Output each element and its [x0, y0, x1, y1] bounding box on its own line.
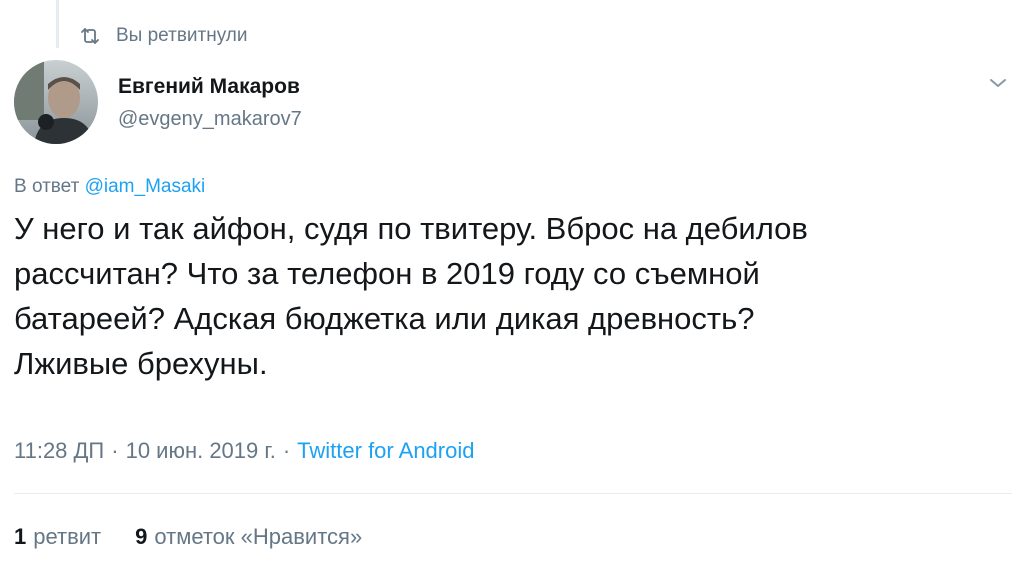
retweet-header-label: Вы ретвитнули	[116, 25, 248, 46]
tweet-date[interactable]: 10 июн. 2019 г.	[126, 438, 276, 464]
thread-line	[56, 0, 59, 48]
retweet-header: Вы ретвитнули	[78, 22, 248, 50]
retweet-icon	[81, 28, 99, 44]
author-name[interactable]: Евгений Макаров	[118, 75, 300, 99]
tweet-text: У него и так айфон, судя по твитеру. Вбр…	[14, 211, 808, 381]
meta-separator-2: ·	[282, 438, 291, 463]
likes-count: 9	[135, 524, 148, 549]
retweets-label: ретвит	[33, 524, 102, 549]
tweet-meta: 11:28 ДП · 10 июн. 2019 г. · Twitter for…	[14, 438, 474, 464]
likes-stat[interactable]: 9 отметок «Нравится»	[135, 524, 362, 550]
reply-mention-link[interactable]: @iam_Masaki	[85, 176, 206, 197]
retweets-stat[interactable]: 1 ретвит	[14, 524, 101, 550]
divider	[14, 493, 1012, 494]
tweet-stats: 1 ретвит 9 отметок «Нравится»	[14, 524, 396, 550]
author-handle[interactable]: @evgeny_makarov7	[118, 108, 302, 131]
reply-to: В ответ @iam_Masaki	[14, 176, 205, 198]
tweet-time[interactable]: 11:28 ДП	[14, 438, 104, 464]
retweets-count: 1	[14, 524, 27, 549]
meta-separator: ·	[111, 438, 119, 463]
avatar[interactable]	[14, 60, 98, 144]
chevron-down-icon[interactable]	[984, 69, 1012, 97]
tweet-source-link[interactable]: Twitter for Android	[297, 438, 474, 464]
likes-label: отметок «Нравится»	[154, 524, 363, 549]
reply-prefix: В ответ	[14, 176, 85, 197]
